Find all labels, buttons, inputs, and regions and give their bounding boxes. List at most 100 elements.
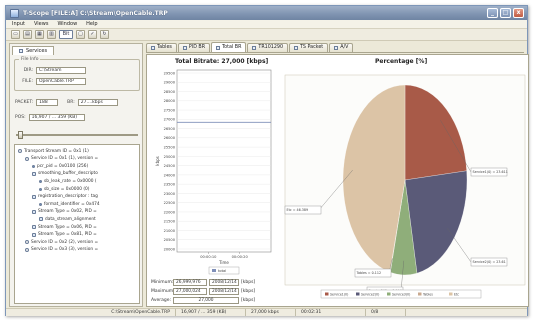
check-icon — [252, 46, 257, 50]
services-panel: Services File Info DIR: C:\Stream FILE: … — [9, 43, 143, 307]
packet-icon — [294, 46, 298, 50]
y-tick-label: 24000 — [164, 173, 176, 177]
tree-node[interactable]: Stream Type = 0x81, PID = — [32, 232, 97, 238]
check-icon[interactable]: ✓ — [88, 30, 97, 39]
descriptor-icon — [32, 171, 36, 176]
field-icon — [39, 202, 42, 206]
file-info-legend: File Info — [19, 57, 41, 62]
tree-node[interactable]: pcr_pid = 0x0100 (256) — [32, 163, 88, 169]
tree-node-label: data_stream_alignment — [45, 216, 96, 222]
tab-pid-br[interactable]: PID BR — [177, 43, 211, 52]
tree-node[interactable]: registration_descriptor : tag — [32, 194, 98, 200]
minimize-button[interactable]: _ — [487, 8, 498, 18]
table-icon — [151, 46, 155, 50]
tree-node[interactable]: Stream Type = 0x02, PID = — [32, 209, 97, 215]
menu-help[interactable]: Help — [86, 21, 97, 27]
max-label: Maximum: — [151, 289, 175, 294]
tree-node[interactable]: data_stream_alignment — [39, 216, 96, 222]
x-tick-label: 00:00:10 — [200, 255, 217, 259]
close-button[interactable]: x — [513, 8, 524, 18]
tab-pid-br-label: PID BR — [188, 45, 206, 50]
menu-input[interactable]: Input — [12, 21, 25, 27]
status-bar: C:\Stream\OpenCable.TRP 16,907 / ... 359… — [6, 308, 527, 316]
pie-legend: Service1(0) Service2(0) Service3(0) Tables E… — [320, 289, 482, 299]
tree-node[interactable]: format_identifier = 0x474 — [39, 201, 100, 207]
pos-label: POS: — [15, 115, 26, 120]
y-tick-label: 21000 — [164, 229, 176, 233]
tree-node[interactable]: sb_leak_rate = 0x0000 ( — [39, 178, 97, 184]
x-tick-label: 00:00:20 — [232, 255, 249, 259]
legend-label: total — [218, 269, 226, 273]
descriptor-icon — [32, 194, 36, 199]
menu-views[interactable]: Views — [34, 21, 48, 27]
file-field: OpenCable.TRP — [36, 78, 86, 85]
tab-services-label: Services — [26, 48, 48, 54]
packet-label: PACKET: — [15, 100, 34, 105]
tree-node[interactable]: smoothing_buffer_descripto — [32, 171, 98, 177]
node-icon — [18, 149, 22, 153]
tab-services[interactable]: Services — [12, 46, 55, 55]
y-tick-label: 26000 — [164, 136, 176, 140]
legend-label: Service3(0) — [392, 293, 410, 297]
avg-unit: [kbps] — [241, 298, 256, 303]
tree-node[interactable]: Service ID = 0x2 (2), version = — [25, 239, 98, 245]
tab-tr101290[interactable]: TR101290 — [247, 43, 288, 52]
node-icon — [25, 156, 29, 161]
avg-value: 27,000 — [173, 297, 239, 304]
br-field: 27....kbps — [77, 99, 118, 106]
stream-icon[interactable]: ▥ — [47, 30, 56, 39]
tab-total-br[interactable]: Total BR — [211, 42, 247, 52]
legend-swatch — [387, 292, 391, 296]
slider-thumb[interactable] — [18, 131, 24, 139]
y-tick-label: 21500 — [164, 220, 176, 224]
y-tick-label: 29000 — [164, 81, 176, 85]
slider-track — [16, 134, 138, 136]
y-axis-label: kbps — [155, 156, 160, 165]
tab-ts-packet-label: TS Packet — [300, 45, 324, 50]
tree-node-label: registration_descriptor : tag — [38, 194, 98, 200]
y-tick-label: 27500 — [164, 108, 176, 112]
plot-area — [176, 69, 272, 253]
tree-node-label: Service ID = 0x2 (2), version = — [31, 239, 99, 245]
tree-node[interactable]: Stream Type = 0x06, PID = — [32, 224, 97, 230]
tree-node-label: Stream Type = 0x02, PID = — [38, 209, 97, 215]
legend-label: Tables — [422, 293, 433, 297]
menu-bar: Input Views Window Help — [6, 20, 527, 29]
legend-swatch — [212, 269, 216, 272]
tab-tables[interactable]: Tables — [146, 43, 177, 52]
open-icon[interactable]: ▭ — [11, 30, 20, 39]
tab-ts-packet[interactable]: TS Packet — [289, 43, 329, 52]
position-slider[interactable] — [16, 131, 138, 139]
tree-node[interactable]: Service ID = 0x3 (3), version = — [25, 247, 98, 253]
percentage-chart-title: Percentage [%] — [375, 58, 428, 65]
tree-node-label: format_identifier = 0x474 — [44, 201, 100, 207]
refresh-icon[interactable]: ↻ — [100, 30, 109, 39]
data-label: Tables = 0.112 — [356, 271, 382, 275]
tree-node[interactable]: sb_size = 0x0000 (0) — [39, 186, 89, 192]
percentage-pie-chart: Service1(0) = 23.611 Service2(0) = 23.61 S… — [284, 74, 526, 299]
y-tick-label: 25000 — [164, 155, 176, 159]
menu-window[interactable]: Window — [57, 21, 77, 27]
tab-av[interactable]: A/V — [329, 43, 354, 52]
legend-swatch — [418, 292, 422, 296]
window-icon[interactable]: ▢ — [76, 30, 85, 39]
y-tick-label: 28500 — [164, 90, 176, 94]
tree-node[interactable]: Transport Stream ID = 0x1 (1) — [18, 148, 89, 154]
maximize-button[interactable]: □ — [500, 8, 511, 18]
tree-node-label: Service ID = 0x1 (1), version = — [31, 156, 99, 162]
av-icon — [334, 46, 339, 50]
view-tabs: Tables PID BR Total BR TR101290 TS Packe… — [146, 42, 524, 53]
tree-node-label: sb_size = 0x0000 (0) — [44, 186, 90, 192]
y-tick-label: 27000 — [164, 118, 176, 122]
max-unit: [kbps] — [241, 289, 256, 294]
service-tree[interactable]: Transport Stream ID = 0x1 (1) Service ID … — [14, 144, 140, 304]
save-icon[interactable]: ▤ — [23, 30, 32, 39]
status-count: 0/8 — [366, 309, 406, 316]
tree-node[interactable]: Service ID = 0x1 (1), version = — [25, 156, 98, 162]
bin-icon[interactable]: Bit — [59, 30, 73, 39]
packet-field: 188 — [36, 99, 59, 106]
data-label: Service1(0) = 23.611 — [473, 170, 508, 174]
grid-icon[interactable]: ▦ — [35, 30, 44, 39]
descriptor-icon — [32, 209, 36, 214]
min-unit: [kbps] — [241, 280, 256, 285]
